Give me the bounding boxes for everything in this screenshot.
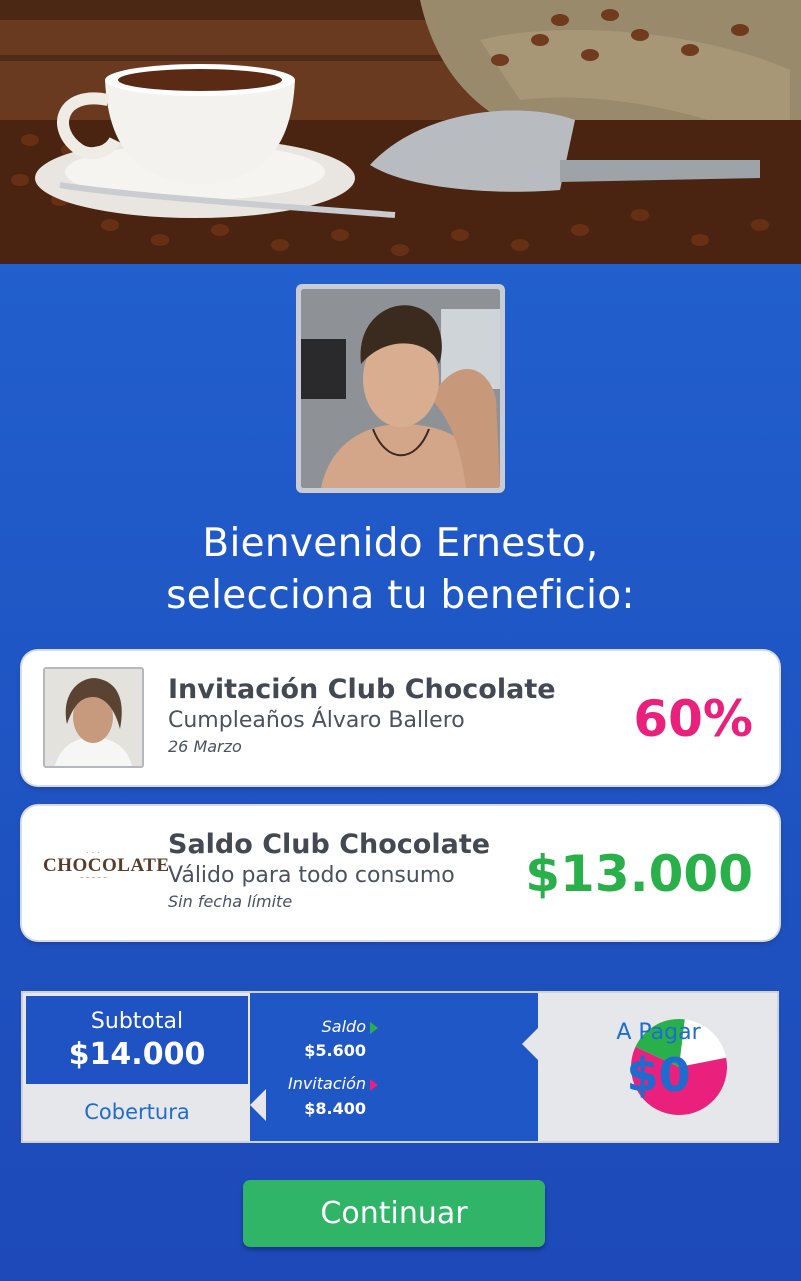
pay-label: A Pagar — [616, 1020, 701, 1045]
benefit-title: Saldo Club Chocolate — [168, 829, 491, 860]
subtotal-value: $14.000 — [68, 1037, 206, 1072]
invitacion-value-row: $8.400 — [286, 1097, 366, 1121]
saldo-value: $5.600 — [304, 1041, 366, 1060]
pay-value: $0 — [626, 1048, 691, 1102]
benefit-subtitle: Cumpleaños Álvaro Ballero — [168, 708, 465, 733]
amount-to-pay-box: A Pagar $0 — [540, 993, 777, 1141]
coverage-arrow — [250, 1089, 266, 1121]
benefit-date: 26 Marzo — [168, 737, 242, 756]
subtotal-label: Subtotal — [90, 1009, 184, 1034]
benefit-subtitle: Válido para todo consumo — [168, 863, 455, 888]
saldo-value-row: $5.600 — [286, 1039, 366, 1063]
invitacion-marker-icon — [370, 1078, 378, 1091]
benefit-card-invitation[interactable]: Invitación Club Chocolate Cumpleaños Álv… — [22, 651, 779, 785]
continue-button[interactable]: Continuar — [243, 1180, 545, 1247]
invitacion-value: $8.400 — [304, 1099, 366, 1118]
benefit-card-balance[interactable]: · · · CHOCOLATE ~ ~ ~ ~ ~ Saldo Club Cho… — [22, 806, 779, 940]
pay-arrow — [522, 1027, 539, 1061]
saldo-label: Saldo — [321, 1017, 366, 1036]
invitacion-row: Invitación — [270, 1074, 378, 1094]
user-avatar-frame — [296, 284, 505, 493]
subtotal-box: Subtotal $14.000 — [26, 996, 248, 1084]
benefit-balance-value: $13.000 — [525, 845, 753, 903]
welcome-line: Bienvenido Ernesto, — [202, 521, 599, 566]
hero-coffee-image — [0, 0, 801, 264]
user-photo — [301, 289, 500, 488]
club-chocolate-logo: · · · CHOCOLATE ~ ~ ~ ~ ~ — [43, 850, 170, 881]
benefit-title: Invitación Club Chocolate — [168, 674, 556, 705]
logo-wordmark: CHOCOLATE — [43, 855, 170, 876]
coverage-breakdown: Saldo $5.600 Invitación $8.400 — [250, 993, 727, 1141]
invitacion-label: Invitación — [287, 1074, 366, 1093]
saldo-row: Saldo — [290, 1017, 378, 1037]
friend-photo — [45, 669, 142, 766]
coverage-label: Cobertura — [84, 1100, 190, 1124]
instruction-line: selecciona tu beneficio: — [166, 573, 635, 618]
payment-summary: Subtotal $14.000 Cobertura Saldo $5.600 … — [21, 991, 779, 1143]
welcome-headline: Bienvenido Ernesto, selecciona tu benefi… — [0, 518, 801, 622]
avatar — [301, 289, 500, 488]
benefit-discount-value: 60% — [633, 690, 753, 748]
saldo-marker-icon — [370, 1021, 378, 1034]
friend-avatar — [43, 667, 144, 768]
benefit-expiry: Sin fecha límite — [168, 892, 293, 911]
